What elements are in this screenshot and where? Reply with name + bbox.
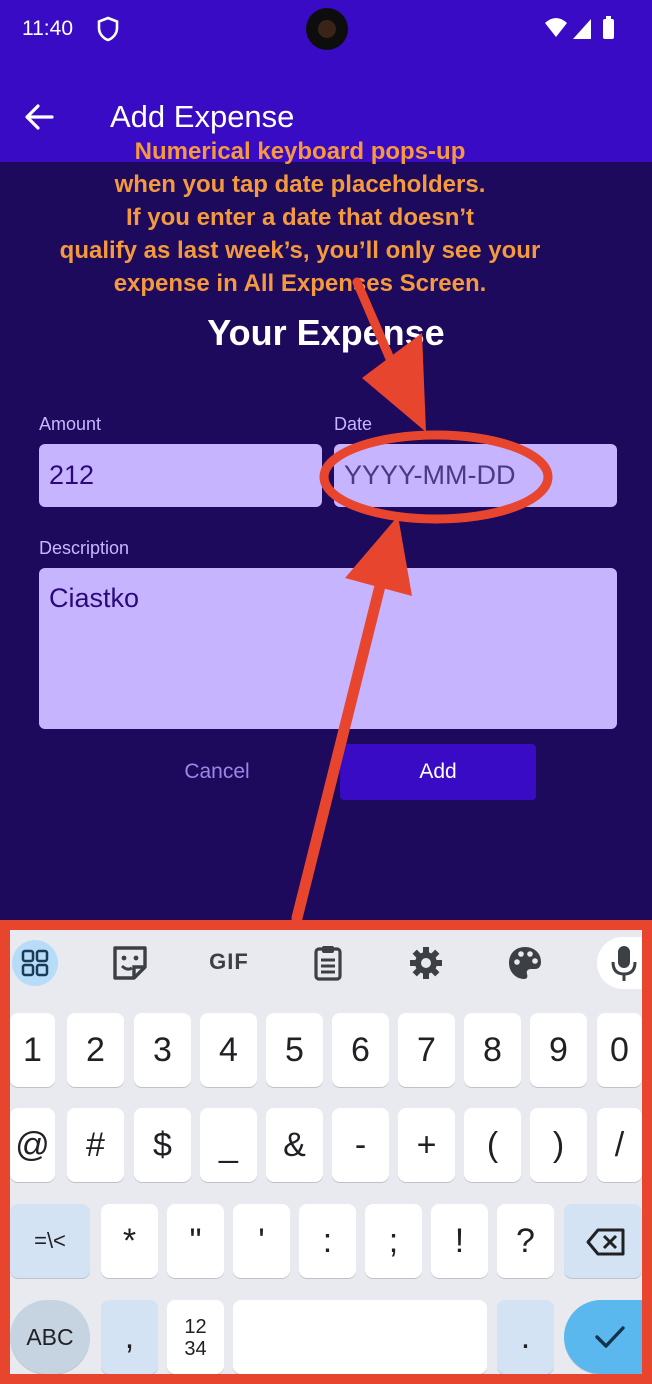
status-icons — [545, 16, 614, 39]
battery-icon — [603, 19, 614, 39]
key-6[interactable]: 6 — [332, 1013, 389, 1087]
key-4[interactable]: 4 — [200, 1013, 257, 1087]
back-arrow-icon[interactable] — [22, 100, 56, 134]
key-7[interactable]: 7 — [398, 1013, 455, 1087]
abc-key[interactable]: ABC — [10, 1300, 90, 1374]
key-ampersand[interactable]: & — [266, 1108, 323, 1182]
annotation-line-4: qualify as last week’s, you’ll only see … — [59, 237, 541, 264]
sticker-icon[interactable] — [110, 943, 150, 983]
key-5[interactable]: 5 — [266, 1013, 323, 1087]
key-double-quote[interactable]: " — [167, 1204, 224, 1278]
annotation-line-5: expense in All Expenses Screen. — [113, 270, 487, 297]
wifi-icon — [545, 18, 567, 37]
shield-icon — [97, 16, 119, 42]
checkmark-icon — [595, 1326, 625, 1348]
key-hash[interactable]: # — [67, 1108, 124, 1182]
enter-key[interactable] — [564, 1300, 642, 1374]
amount-input[interactable]: 212 — [39, 444, 322, 507]
key-dollar[interactable]: $ — [134, 1108, 191, 1182]
annotation-line-1: Numerical keyboard pops-up — [134, 138, 466, 165]
add-button[interactable]: Add — [340, 744, 536, 800]
clipboard-icon[interactable] — [308, 943, 348, 983]
gif-button[interactable]: GIF — [204, 949, 254, 975]
status-time: 11:40 — [22, 17, 73, 40]
key-slash[interactable]: / — [597, 1108, 642, 1182]
space-key[interactable] — [233, 1300, 487, 1374]
key-underscore[interactable]: _ — [200, 1108, 257, 1182]
key-1[interactable]: 1 — [10, 1013, 55, 1087]
key-question[interactable]: ? — [497, 1204, 554, 1278]
gear-icon[interactable] — [406, 943, 446, 983]
camera-lens — [318, 20, 336, 38]
key-semicolon[interactable]: ; — [365, 1204, 422, 1278]
backspace-icon — [586, 1228, 625, 1256]
apps-grid-icon — [21, 949, 49, 977]
annotation-line-3: If you enter a date that doesn’t — [125, 204, 475, 231]
key-colon[interactable]: : — [299, 1204, 356, 1278]
amount-label: Amount — [39, 414, 102, 434]
key-comma[interactable]: , — [101, 1300, 158, 1374]
description-input[interactable]: Ciastko — [39, 568, 617, 729]
form-heading: Your Expense — [207, 312, 445, 353]
key-3[interactable]: 3 — [134, 1013, 191, 1087]
key-more-symbols[interactable]: =\< — [10, 1204, 90, 1278]
key-exclamation[interactable]: ! — [431, 1204, 488, 1278]
cancel-button[interactable]: Cancel — [160, 744, 274, 800]
mic-icon — [611, 946, 637, 981]
key-0[interactable]: 0 — [597, 1013, 642, 1087]
key-plus[interactable]: + — [398, 1108, 455, 1182]
key-2[interactable]: 2 — [67, 1013, 124, 1087]
backspace-key[interactable] — [564, 1204, 642, 1278]
signal-icon — [573, 19, 591, 39]
palette-icon[interactable] — [505, 943, 545, 983]
key-minus[interactable]: - — [332, 1108, 389, 1182]
numpad-key[interactable]: 12 34 — [167, 1300, 224, 1374]
annotation-line-2: when you tap date placeholders. — [114, 171, 486, 198]
description-label: Description — [39, 538, 130, 558]
key-period[interactable]: . — [497, 1300, 554, 1374]
key-9[interactable]: 9 — [530, 1013, 587, 1087]
key-single-quote[interactable]: ' — [233, 1204, 290, 1278]
date-input[interactable]: YYYY-MM-DD — [334, 444, 617, 507]
key-asterisk[interactable]: * — [101, 1204, 158, 1278]
key-open-paren[interactable]: ( — [464, 1108, 521, 1182]
key-8[interactable]: 8 — [464, 1013, 521, 1087]
key-at[interactable]: @ — [10, 1108, 55, 1182]
key-close-paren[interactable]: ) — [530, 1108, 587, 1182]
page-title: Add Expense — [110, 99, 295, 134]
date-label: Date — [334, 414, 373, 434]
